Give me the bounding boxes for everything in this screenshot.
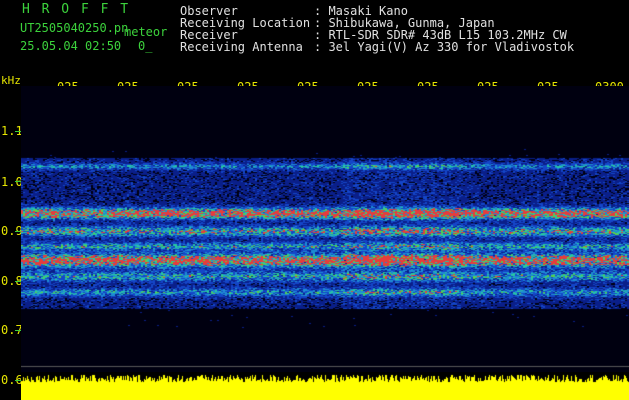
meteor-count: 0_: [138, 39, 153, 53]
filename-label: UT2505040250.pn: [20, 21, 129, 35]
spectrogram-waterfall: [21, 86, 629, 378]
freq-label: 1.0: [1, 175, 23, 189]
antenna-label: Receiving Antenna: [180, 40, 303, 54]
antenna-value: : 3el Yagi(V) Az 330 for Vladivostok: [314, 40, 575, 54]
meteor-label: meteor: [124, 25, 168, 39]
amplitude-strip: [21, 372, 629, 400]
freq-unit-label: kHz: [1, 74, 21, 87]
datetime-label: 25.05.04 02:50: [20, 39, 122, 53]
app-title: H R O F F T: [22, 2, 131, 17]
